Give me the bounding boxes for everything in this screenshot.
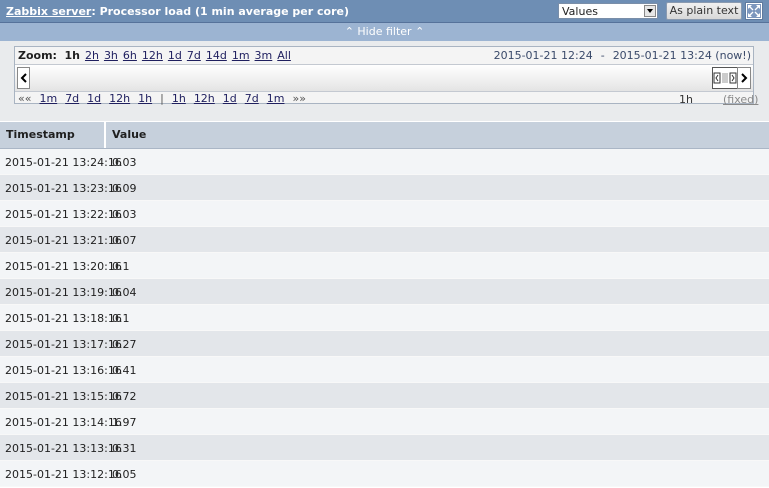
period-length: 1h — [679, 93, 693, 106]
value-cell: 0.72 — [112, 390, 137, 403]
timestamp-cell: 2015-01-21 13:18:16 — [5, 312, 122, 325]
column-header-value: Value — [112, 128, 147, 141]
value-cell: 0.1 — [112, 312, 130, 325]
timestamp-cell: 2015-01-21 13:23:16 — [5, 182, 122, 195]
zoom-option-7d[interactable]: 7d — [187, 49, 201, 62]
value-cell: 0.04 — [112, 286, 137, 299]
zoom-option-12h[interactable]: 12h — [142, 49, 163, 62]
table-row: 2015-01-21 13:15:16 0.72 — [0, 383, 769, 409]
value-cell: 0.03 — [112, 208, 137, 221]
table-row: 2015-01-21 13:24:16 0.03 — [0, 149, 769, 175]
fullscreen-button[interactable] — [745, 2, 763, 20]
nav-forward-1m[interactable]: 1m — [267, 92, 285, 105]
table-row: 2015-01-21 13:22:16 0.03 — [0, 201, 769, 227]
fixed-toggle-link[interactable]: (fixed) — [723, 93, 758, 106]
time-scrollbar-box: Zoom: 1h 2h 3h 6h 12h 1d 7d 14d 1m 3m All 2015-01-… — [14, 46, 758, 106]
zoom-option-3m[interactable]: 3m — [255, 49, 273, 62]
nav-divider: | — [160, 92, 164, 105]
arrow-left-icon — [20, 73, 27, 83]
date-range: 2015-01-21 12:24-2015-01-21 13:24 (now!) — [494, 49, 751, 62]
time-scrollbar-track[interactable] — [15, 64, 753, 92]
table-row: 2015-01-21 13:13:16 0.31 — [0, 435, 769, 461]
nav-back-12h[interactable]: 12h — [109, 92, 130, 105]
zoom-option-14d[interactable]: 14d — [206, 49, 227, 62]
filter-toggle-label: Hide filter — [357, 25, 412, 38]
zoom-option-6h[interactable]: 6h — [123, 49, 137, 62]
double-chevron-up-icon: ⌃ — [415, 25, 425, 38]
zoom-option-1d[interactable]: 1d — [168, 49, 182, 62]
view-type-select[interactable]: Values — [558, 3, 658, 19]
timestamp-cell: 2015-01-21 13:22:16 — [5, 208, 122, 221]
nav-forward-all[interactable]: »» — [292, 92, 305, 105]
scroll-left-button[interactable] — [17, 67, 30, 89]
table-row: 2015-01-21 13:14:16 1.97 — [0, 409, 769, 435]
nav-back-7d[interactable]: 7d — [65, 92, 79, 105]
zoom-label: Zoom: — [18, 49, 57, 62]
value-cell: 0.31 — [112, 442, 137, 455]
nav-forward-7d[interactable]: 7d — [245, 92, 259, 105]
timestamp-cell: 2015-01-21 13:15:16 — [5, 390, 122, 403]
date-from: 2015-01-21 12:24 — [493, 49, 593, 62]
table-row: 2015-01-21 13:19:16 0.04 — [0, 279, 769, 305]
timestamp-cell: 2015-01-21 13:24:16 — [5, 156, 122, 169]
nav-back-1h[interactable]: 1h — [138, 92, 152, 105]
value-cell: 0.07 — [112, 234, 137, 247]
time-scrollbar-handle[interactable] — [712, 67, 738, 89]
timestamp-cell: 2015-01-21 13:21:16 — [5, 234, 122, 247]
timestamp-cell: 2015-01-21 13:19:16 — [5, 286, 122, 299]
table-row: 2015-01-21 13:17:16 0.27 — [0, 331, 769, 357]
date-to: 2015-01-21 13:24 (now!) — [612, 49, 751, 62]
plain-text-button[interactable]: As plain text — [666, 2, 742, 20]
column-header-timestamp: Timestamp — [1, 122, 106, 148]
value-cell: 0.05 — [112, 468, 137, 481]
scroll-right-button[interactable] — [737, 67, 751, 89]
table-row: 2015-01-21 13:20:16 0.1 — [0, 253, 769, 279]
fullscreen-icon — [747, 4, 761, 18]
nav-back-1d[interactable]: 1d — [87, 92, 101, 105]
page-title: Zabbix server: Processor load (1 min ave… — [6, 5, 349, 18]
handle-grip-icon — [713, 72, 737, 84]
double-chevron-up-icon: ⌃ — [344, 25, 354, 38]
nav-back-1m[interactable]: 1m — [39, 92, 57, 105]
host-link[interactable]: Zabbix server — [6, 5, 91, 18]
value-cell: 0.27 — [112, 338, 137, 351]
zoom-option-1h[interactable]: 1h — [64, 49, 80, 62]
timestamp-cell: 2015-01-21 13:17:16 — [5, 338, 122, 351]
item-name: : Processor load (1 min average per core… — [91, 5, 350, 18]
page-header: Zabbix server: Processor load (1 min ave… — [0, 0, 769, 23]
nav-forward-12h[interactable]: 12h — [194, 92, 215, 105]
timestamp-cell: 2015-01-21 13:12:16 — [5, 468, 122, 481]
value-cell: 0.41 — [112, 364, 137, 377]
table-header: Timestamp Value — [0, 122, 769, 149]
nav-forward-1h[interactable]: 1h — [172, 92, 186, 105]
value-cell: 0.09 — [112, 182, 137, 195]
table-row: 2015-01-21 13:18:16 0.1 — [0, 305, 769, 331]
table-row: 2015-01-21 13:16:16 0.41 — [0, 357, 769, 383]
arrow-right-icon — [741, 73, 748, 83]
zoom-option-2h[interactable]: 2h — [85, 49, 99, 62]
period-navigation: «« 1m 7d 1d 12h 1h | 1h 12h 1d 7d 1m »» — [18, 92, 314, 105]
value-cell: 0.1 — [112, 260, 130, 273]
zoom-option-1m[interactable]: 1m — [232, 49, 250, 62]
view-type-value: Values — [562, 5, 598, 18]
filter-toggle-bar[interactable]: ⌃ Hide filter ⌃ — [0, 23, 769, 41]
zoom-option-All[interactable]: All — [277, 49, 291, 62]
value-cell: 0.03 — [112, 156, 137, 169]
filter-panel: Zoom: 1h 2h 3h 6h 12h 1d 7d 14d 1m 3m All 2015-01-… — [0, 41, 769, 121]
zoom-bar: Zoom: 1h 2h 3h 6h 12h 1d 7d 14d 1m 3m All — [18, 49, 296, 62]
table-row: 2015-01-21 13:12:16 0.05 — [0, 461, 769, 487]
timestamp-cell: 2015-01-21 13:14:16 — [5, 416, 122, 429]
timestamp-cell: 2015-01-21 13:20:16 — [5, 260, 122, 273]
table-row: 2015-01-21 13:21:16 0.07 — [0, 227, 769, 253]
table-row: 2015-01-21 13:23:16 0.09 — [0, 175, 769, 201]
timestamp-cell: 2015-01-21 13:16:16 — [5, 364, 122, 377]
date-separator: - — [600, 49, 605, 62]
nav-forward-1d[interactable]: 1d — [223, 92, 237, 105]
nav-back-all[interactable]: «« — [18, 92, 31, 105]
chevron-down-icon — [644, 5, 656, 17]
timestamp-cell: 2015-01-21 13:13:16 — [5, 442, 122, 455]
value-cell: 1.97 — [112, 416, 137, 429]
zoom-option-3h[interactable]: 3h — [104, 49, 118, 62]
